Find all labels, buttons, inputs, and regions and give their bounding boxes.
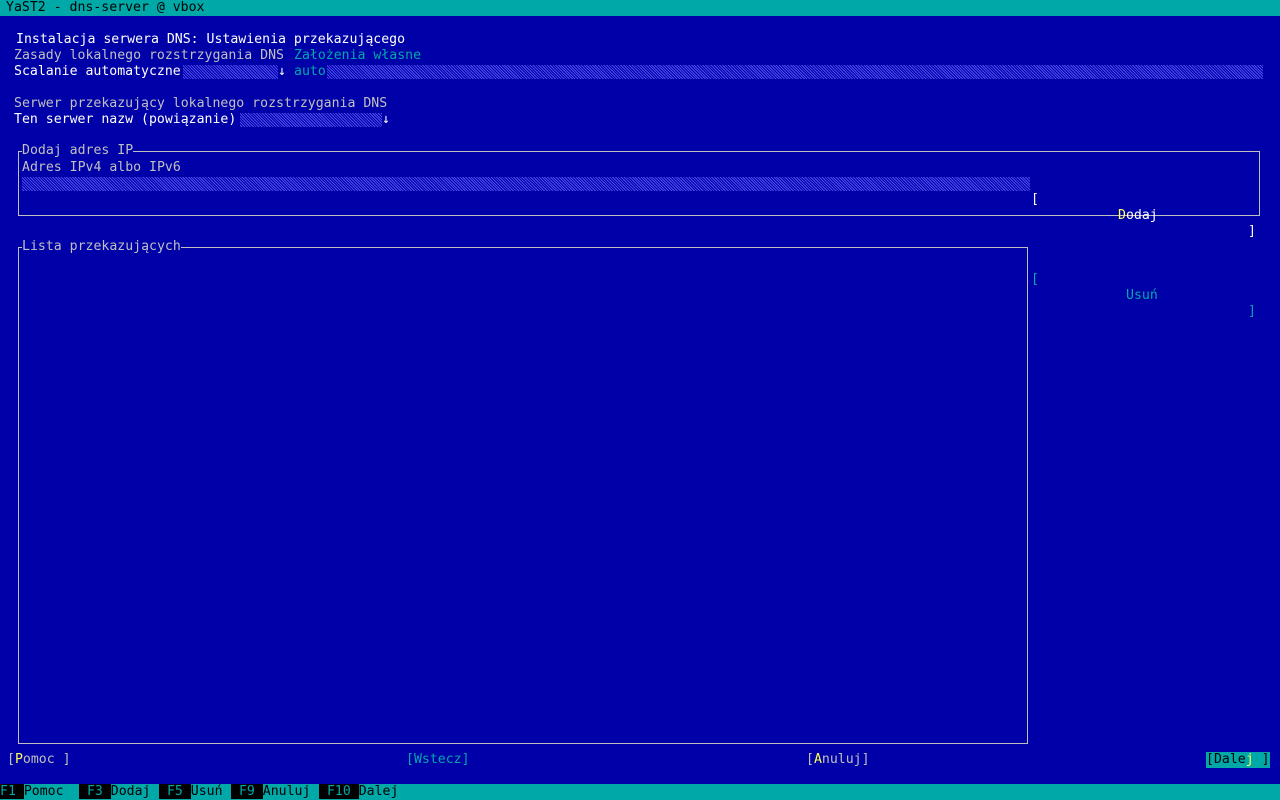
merge-combo-field[interactable] xyxy=(183,65,278,79)
fkey-f10[interactable]: F10 Dalej xyxy=(319,784,399,800)
help-button[interactable]: [Pomoc ] xyxy=(7,752,71,768)
remove-button[interactable]: [ Usuń ] xyxy=(1031,256,1256,320)
add-button[interactable]: [ Dodaj ] xyxy=(1031,176,1256,240)
merge-dropdown-arrow-icon[interactable]: ↓ xyxy=(278,64,286,80)
window-title-bar: YaST2 - dns-server @ vbox xyxy=(0,0,1280,16)
forwarder-section-label: Serwer przekazujący lokalnego rozstrzyga… xyxy=(14,96,388,111)
merge-value-field[interactable] xyxy=(327,65,1263,79)
add-ip-frame-title: Dodaj adres IP xyxy=(22,143,134,159)
ip-address-label: Adres IPv4 albo IPv6 xyxy=(22,160,181,175)
dialog-heading: Instalacja serwera DNS: Ustawienia przek… xyxy=(16,32,406,47)
cancel-button[interactable]: [Anuluj] xyxy=(806,752,870,768)
merge-label: Scalanie automatyczne xyxy=(14,64,181,79)
back-button[interactable]: [Wstecz] xyxy=(406,752,470,768)
forwarders-frame-title: Lista przekazujących xyxy=(22,239,181,255)
forwarders-list[interactable] xyxy=(18,247,1028,744)
nameserver-label: Ten serwer nazw (powiązanie) xyxy=(14,112,237,127)
nameserver-dropdown-arrow-icon[interactable]: ↓ xyxy=(382,112,390,128)
policy-value[interactable]: Założenia własne xyxy=(294,48,421,64)
nameserver-combo[interactable] xyxy=(240,113,382,127)
function-key-bar: F1 Pomoc F3 Dodaj F5 Usuń F9 Anuluj F10 … xyxy=(0,784,1280,800)
fkey-f5[interactable]: F5 Usuń xyxy=(159,784,223,800)
window-title: YaST2 - dns-server @ vbox xyxy=(6,0,205,15)
fkey-f1[interactable]: F1 Pomoc xyxy=(0,784,64,800)
policy-label: Zasady lokalnego rozstrzygania DNS xyxy=(14,48,284,63)
fkey-f3[interactable]: F3 Dodaj xyxy=(79,784,151,800)
fkey-f9[interactable]: F9 Anuluj xyxy=(231,784,311,800)
ip-address-input[interactable] xyxy=(22,177,1030,191)
merge-value[interactable]: auto xyxy=(294,64,326,80)
next-button[interactable]: [Dalej ] xyxy=(1206,752,1270,768)
